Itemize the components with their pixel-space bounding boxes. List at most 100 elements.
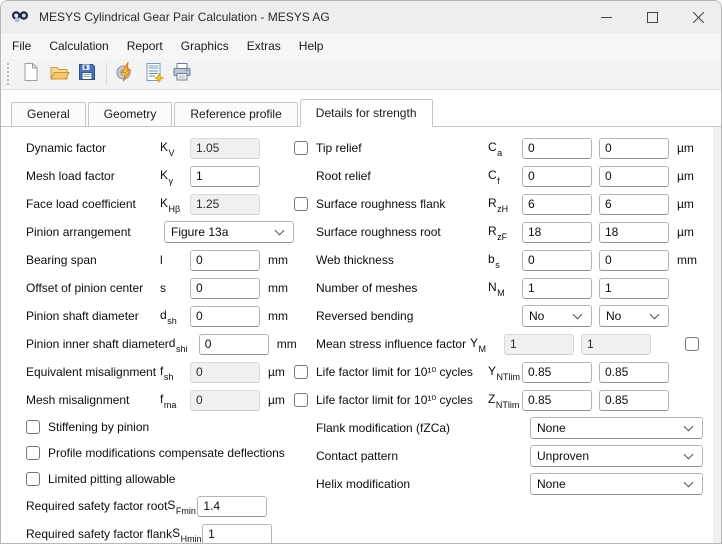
surface-roughness-root-input-2[interactable] [599, 222, 669, 243]
surface-roughness-root-label: Surface roughness root [316, 225, 488, 239]
unit-label: µm [677, 169, 703, 183]
tab-reference-profile[interactable]: Reference profile [174, 102, 297, 126]
row-stiffening-by-pinion: Stiffening by pinion [26, 414, 294, 440]
tab-general[interactable]: General [11, 102, 86, 126]
mesh-load-factor-input[interactable] [190, 166, 260, 187]
offset-of-pinion-center-input[interactable] [190, 278, 260, 299]
mean-stress-influence-factor-input-2[interactable] [581, 334, 651, 355]
life-factor-limit-for-10-cycles-checkbox[interactable] [294, 365, 308, 379]
menu-item-calculation[interactable]: Calculation [40, 33, 117, 59]
unit-label: µm [268, 393, 294, 407]
equivalent-misalignment-input[interactable] [190, 362, 260, 383]
required-safety-factor-flank-label: Required safety factor flank [26, 527, 172, 541]
life-factor-limit-for-10-cycles-input-2[interactable] [599, 390, 669, 411]
mean-stress-influence-factor-input-1[interactable] [504, 334, 574, 355]
tip-relief-input-2[interactable] [599, 138, 669, 159]
number-of-meshes-input-1[interactable] [522, 278, 592, 299]
symbol-subscript: f [497, 176, 500, 186]
menu-item-extras[interactable]: Extras [238, 33, 290, 59]
required-safety-factor-root-input[interactable] [197, 496, 267, 517]
surface-roughness-flank-input-2[interactable] [599, 194, 669, 215]
mesh-misalignment-label: Mesh misalignment [26, 393, 160, 407]
limited-pitting-allowable-checkbox[interactable] [26, 472, 40, 486]
reversed-bending-select[interactable]: No [599, 305, 669, 327]
calculate-icon [115, 61, 137, 88]
report-options-button[interactable] [140, 61, 168, 88]
pinion-arrangement-select[interactable]: Figure 13a [164, 221, 294, 243]
print-button[interactable] [168, 61, 196, 88]
tab-bar: GeneralGeometryReference profileDetails … [1, 90, 721, 127]
offset-of-pinion-center-label: Offset of pinion center [26, 281, 160, 295]
symbol: NM [488, 280, 522, 296]
calculate-button[interactable] [112, 61, 140, 88]
dynamic-factor-input[interactable] [190, 138, 260, 159]
symbol-base: S [172, 526, 180, 540]
face-load-coefficient-input[interactable] [190, 194, 260, 215]
form-column-right: Tip reliefCaµmRoot reliefCfµmSurface rou… [294, 134, 713, 544]
number-of-meshes-input-2[interactable] [599, 278, 669, 299]
menu-item-report[interactable]: Report [118, 33, 172, 59]
symbol-base: N [488, 280, 497, 294]
mean-stress-influence-factor-override-checkbox[interactable] [685, 337, 699, 351]
required-safety-factor-flank-input[interactable] [202, 524, 272, 544]
pinion-shaft-diameter-input[interactable] [190, 306, 260, 327]
equivalent-misalignment-label: Equivalent misalignment [26, 365, 160, 379]
helix-modification-select[interactable]: None [530, 473, 703, 495]
symbol: Ca [488, 140, 522, 156]
unit-label: µm [677, 141, 703, 155]
life-factor-limit-for-10-cycles-checkbox[interactable] [294, 393, 308, 407]
right-gutter [713, 127, 721, 544]
menu-item-file[interactable]: File [3, 33, 40, 59]
title-bar: MESYS Cylindrical Gear Pair Calculation … [1, 1, 721, 33]
toolbar-drag-handle[interactable] [7, 63, 11, 85]
row-life-factor-limit-for-10-cycles: Life factor limit for 10¹⁰ cyclesYNTlim [294, 358, 703, 386]
close-button[interactable] [675, 1, 721, 33]
row-mean-stress-influence-factor: Mean stress influence factorYM [294, 330, 703, 358]
menu-item-help[interactable]: Help [290, 33, 333, 59]
tip-relief-checkbox[interactable] [294, 141, 308, 155]
reversed-bending-select[interactable]: No [522, 305, 592, 327]
menu-item-graphics[interactable]: Graphics [172, 33, 238, 59]
symbol-base: Y [488, 364, 496, 378]
minimize-button[interactable] [583, 1, 629, 33]
life-factor-limit-for-10-cycles-input-2[interactable] [599, 362, 669, 383]
tip-relief-input-1[interactable] [522, 138, 592, 159]
required-safety-factor-root-label: Required safety factor root [26, 499, 167, 513]
profile-modifications-compensate-deflections-checkbox[interactable] [26, 446, 40, 460]
bearing-span-label: Bearing span [26, 253, 160, 267]
mesh-load-factor-label: Mesh load factor [26, 169, 160, 183]
surface-roughness-flank-checkbox[interactable] [294, 197, 308, 211]
surface-roughness-root-input-1[interactable] [522, 222, 592, 243]
tab-details-for-strength[interactable]: Details for strength [300, 99, 433, 127]
row-flank-modification-fzca: Flank modification (fZCa)None [294, 414, 703, 442]
contact-pattern-select[interactable]: Unproven [530, 445, 703, 467]
new-file-button[interactable] [17, 61, 45, 88]
mesh-misalignment-input[interactable] [190, 390, 260, 411]
tab-geometry[interactable]: Geometry [88, 102, 173, 126]
flank-modification-fzca-select[interactable]: None [530, 417, 703, 439]
save-file-button[interactable] [73, 61, 101, 88]
open-file-button[interactable] [45, 61, 73, 88]
symbol: RzF [488, 224, 522, 240]
maximize-button[interactable] [629, 1, 675, 33]
web-thickness-input-1[interactable] [522, 250, 592, 271]
row-life-factor-limit-for-10-cycles: Life factor limit for 10¹⁰ cyclesZNTlim [294, 386, 703, 414]
pinion-inner-shaft-diameter-input[interactable] [199, 334, 269, 355]
row-required-safety-factor-flank: Required safety factor flankSHmin [26, 520, 294, 544]
bearing-span-input[interactable] [190, 250, 260, 271]
chevron-down-icon [573, 309, 583, 319]
pinion-inner-shaft-diameter-label: Pinion inner shaft diameter [26, 337, 169, 351]
row-surface-roughness-root: Surface roughness rootRzFµm [294, 218, 703, 246]
surface-roughness-flank-label: Surface roughness flank [316, 197, 488, 211]
row-face-load-coefficient: Face load coefficientKHβ [26, 190, 294, 218]
root-relief-input-1[interactable] [522, 166, 592, 187]
web-thickness-input-2[interactable] [599, 250, 669, 271]
stiffening-by-pinion-checkbox[interactable] [26, 420, 40, 434]
chevron-down-icon [650, 309, 660, 319]
symbol-subscript: s [495, 260, 500, 270]
life-factor-limit-for-10-cycles-input-1[interactable] [522, 362, 592, 383]
surface-roughness-flank-input-1[interactable] [522, 194, 592, 215]
root-relief-input-2[interactable] [599, 166, 669, 187]
life-factor-limit-for-10-cycles-input-1[interactable] [522, 390, 592, 411]
number-of-meshes-label: Number of meshes [316, 281, 488, 295]
